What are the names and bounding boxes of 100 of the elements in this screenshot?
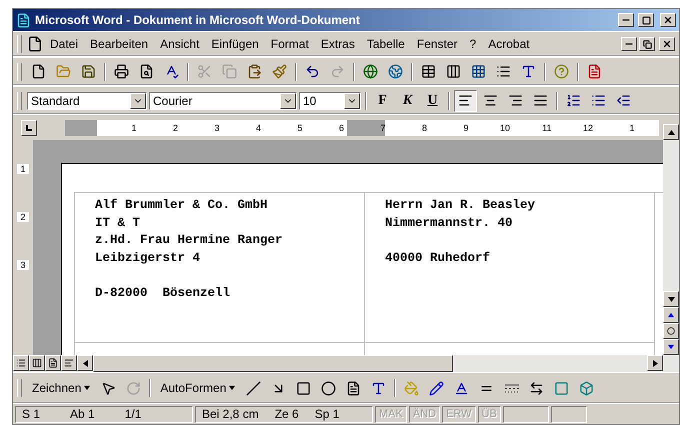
ruler-number: 2 <box>17 212 29 222</box>
print-preview-icon <box>139 64 154 79</box>
line-icon <box>246 380 262 396</box>
copy-icon <box>222 64 237 79</box>
align-button[interactable] <box>454 90 477 112</box>
web-view-button[interactable] <box>29 355 45 371</box>
ruler-number: 10 <box>498 122 510 132</box>
restore-icon <box>642 40 652 48</box>
table-icon <box>421 64 436 79</box>
menu-item[interactable]: ? <box>464 35 482 53</box>
fill-color-icon <box>404 380 420 396</box>
page-icon <box>48 358 58 368</box>
maximize-icon <box>642 16 650 24</box>
close-icon <box>663 15 673 25</box>
ruler-number: 3 <box>17 260 29 270</box>
align-icon <box>508 93 523 108</box>
new-document-icon <box>31 64 46 79</box>
up-arrow-icon <box>668 128 674 136</box>
close-button[interactable] <box>660 13 676 27</box>
caret-icon <box>84 385 90 391</box>
autoshapes-menu[interactable]: AutoFormen <box>155 379 240 397</box>
ruler-number: 12 <box>582 122 593 132</box>
close-button[interactable] <box>659 37 675 51</box>
help-icon <box>554 64 569 79</box>
menu-item[interactable]: Extras <box>316 35 360 53</box>
rotate-icon <box>126 380 142 396</box>
address-line: D-82000 Bösenzell <box>95 284 230 302</box>
status-text: Bei 2,8 cm <box>202 407 259 421</box>
status-text: S 1 <box>22 407 40 421</box>
web-icon <box>388 64 403 79</box>
ruler-number: 3 <box>213 122 220 132</box>
style-dropdown[interactable]: Standard <box>27 92 147 110</box>
next-page-button[interactable] <box>663 339 679 355</box>
font-color-icon <box>454 380 470 396</box>
minimize-button[interactable] <box>621 37 637 51</box>
tab-stop-button[interactable] <box>21 120 37 136</box>
ruler-number: 1 <box>17 164 29 174</box>
outdent-icon <box>616 93 631 108</box>
align-icon <box>458 93 473 108</box>
outline-view-button[interactable] <box>61 355 77 371</box>
menu-item[interactable]: Einfügen <box>206 35 264 53</box>
address-line: Alf Brummler & Co. GmbH <box>95 197 268 214</box>
line-color-icon <box>429 380 444 396</box>
scroll-right-button[interactable] <box>647 355 663 371</box>
restore-button[interactable] <box>639 37 655 51</box>
previous-page-button[interactable] <box>663 307 679 323</box>
layout-view-button[interactable] <box>45 355 61 371</box>
undo-icon <box>305 64 320 79</box>
address-line: Nimmermannstr. 40 <box>385 214 513 232</box>
font-dropdown[interactable]: Courier <box>149 92 297 110</box>
arrow-style-icon <box>529 380 544 396</box>
font-size-dropdown[interactable]: 10 <box>299 92 361 110</box>
ruler-number: 7 <box>379 122 386 132</box>
caret-icon <box>229 385 236 391</box>
menu-item[interactable]: Fenster <box>412 35 463 53</box>
scroll-up-button[interactable] <box>663 124 679 140</box>
menu-item[interactable]: Ansicht <box>155 35 204 53</box>
status-field <box>550 406 587 422</box>
columns-icon <box>446 64 461 79</box>
wordart-icon <box>371 380 386 396</box>
printer-icon <box>114 64 129 79</box>
globe-icon <box>363 64 378 79</box>
cut-icon <box>197 64 212 79</box>
status-text: 1/1 <box>124 407 142 421</box>
menu-item[interactable]: Tabelle <box>362 35 410 53</box>
scroll-left-button[interactable] <box>77 355 93 371</box>
close-icon <box>662 39 672 49</box>
format-button[interactable]: U <box>421 90 444 112</box>
menu-item[interactable]: Format <box>266 35 314 53</box>
menu-item[interactable]: Datei <box>45 35 84 53</box>
normal-view-button[interactable] <box>13 355 29 371</box>
browse-object-button[interactable] <box>663 323 679 339</box>
format-button[interactable]: F <box>371 90 394 112</box>
down-arrow-icon <box>668 296 674 302</box>
format-button[interactable]: K <box>396 90 419 112</box>
numbered-list-icon <box>566 93 581 108</box>
rectangle-icon <box>296 380 312 396</box>
paste-icon <box>247 64 262 79</box>
ruler-number: 4 <box>254 122 261 132</box>
ruler-number: 6 <box>338 122 344 132</box>
columns-icon <box>32 358 42 368</box>
align-icon <box>533 93 548 108</box>
draw-menu[interactable]: Zeichnen <box>27 379 96 397</box>
lines-icon <box>16 358 26 368</box>
tab-stop-icon <box>26 124 32 130</box>
address-line: Herrn Jan R. Beasley <box>385 197 536 214</box>
menu-item[interactable]: Bearbeiten <box>85 35 154 53</box>
minimize-button[interactable] <box>618 13 634 27</box>
address-line: 40000 Ruhedorf <box>385 250 490 266</box>
pointer-icon <box>101 380 116 396</box>
scroll-thumb[interactable] <box>93 355 453 372</box>
ruler-number: 8 <box>420 122 427 132</box>
address-line: IT & T <box>95 214 140 232</box>
right-arrow-icon <box>652 360 658 366</box>
menu-item[interactable]: Acrobat <box>483 35 535 53</box>
folder-icon <box>56 64 71 79</box>
document-icon <box>27 36 43 52</box>
scroll-down-button[interactable] <box>663 291 679 307</box>
maximize-button[interactable] <box>638 13 654 27</box>
vertical-scrollbar[interactable] <box>663 140 679 355</box>
